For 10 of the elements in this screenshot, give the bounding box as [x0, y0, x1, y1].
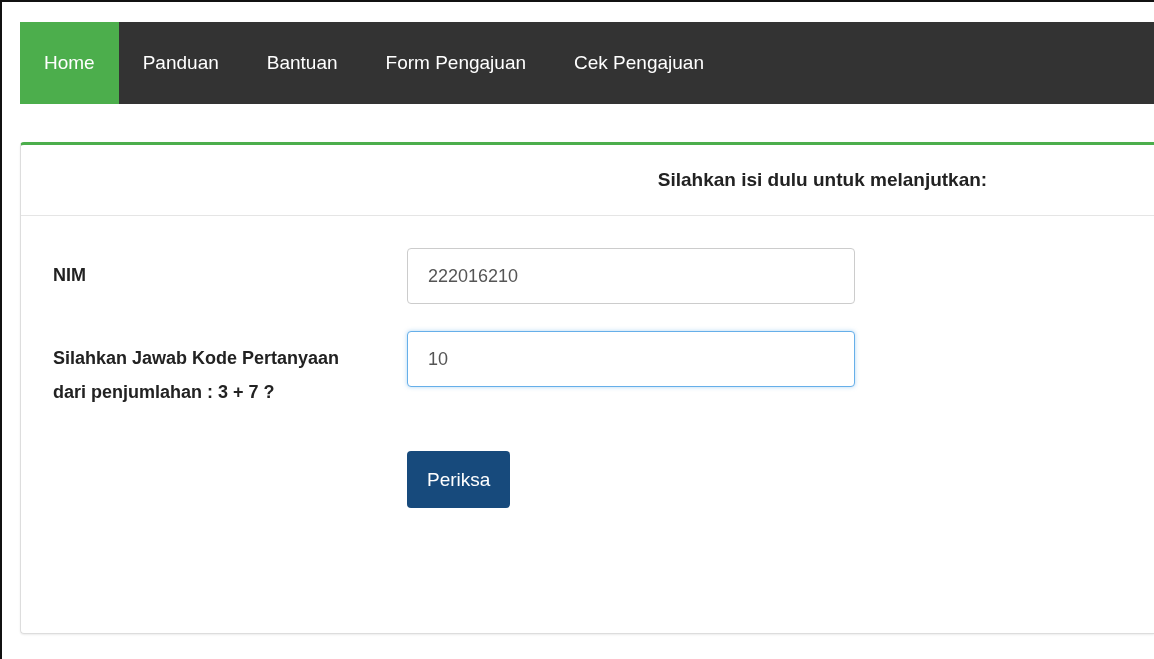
- check-button[interactable]: Periksa: [407, 451, 511, 508]
- input-field[interactable]: 10: [407, 331, 855, 387]
- nav-tab[interactable]: Form Pengajuan: [361, 22, 551, 104]
- input-field[interactable]: 222016210: [407, 248, 855, 304]
- nav-tab[interactable]: Cek Pengajuan: [550, 22, 728, 104]
- field-label: Silahkan Jawab Kode Pertanyaan dari penjumlahan : 3 + 7 ?: [53, 347, 341, 404]
- field-label: NIM: [53, 264, 87, 287]
- nav-tab[interactable]: Bantuan: [242, 22, 362, 104]
- nav-tab[interactable]: Panduan: [118, 22, 243, 104]
- card-title: Silahkan isi dulu untuk melanjutkan:: [657, 169, 988, 191]
